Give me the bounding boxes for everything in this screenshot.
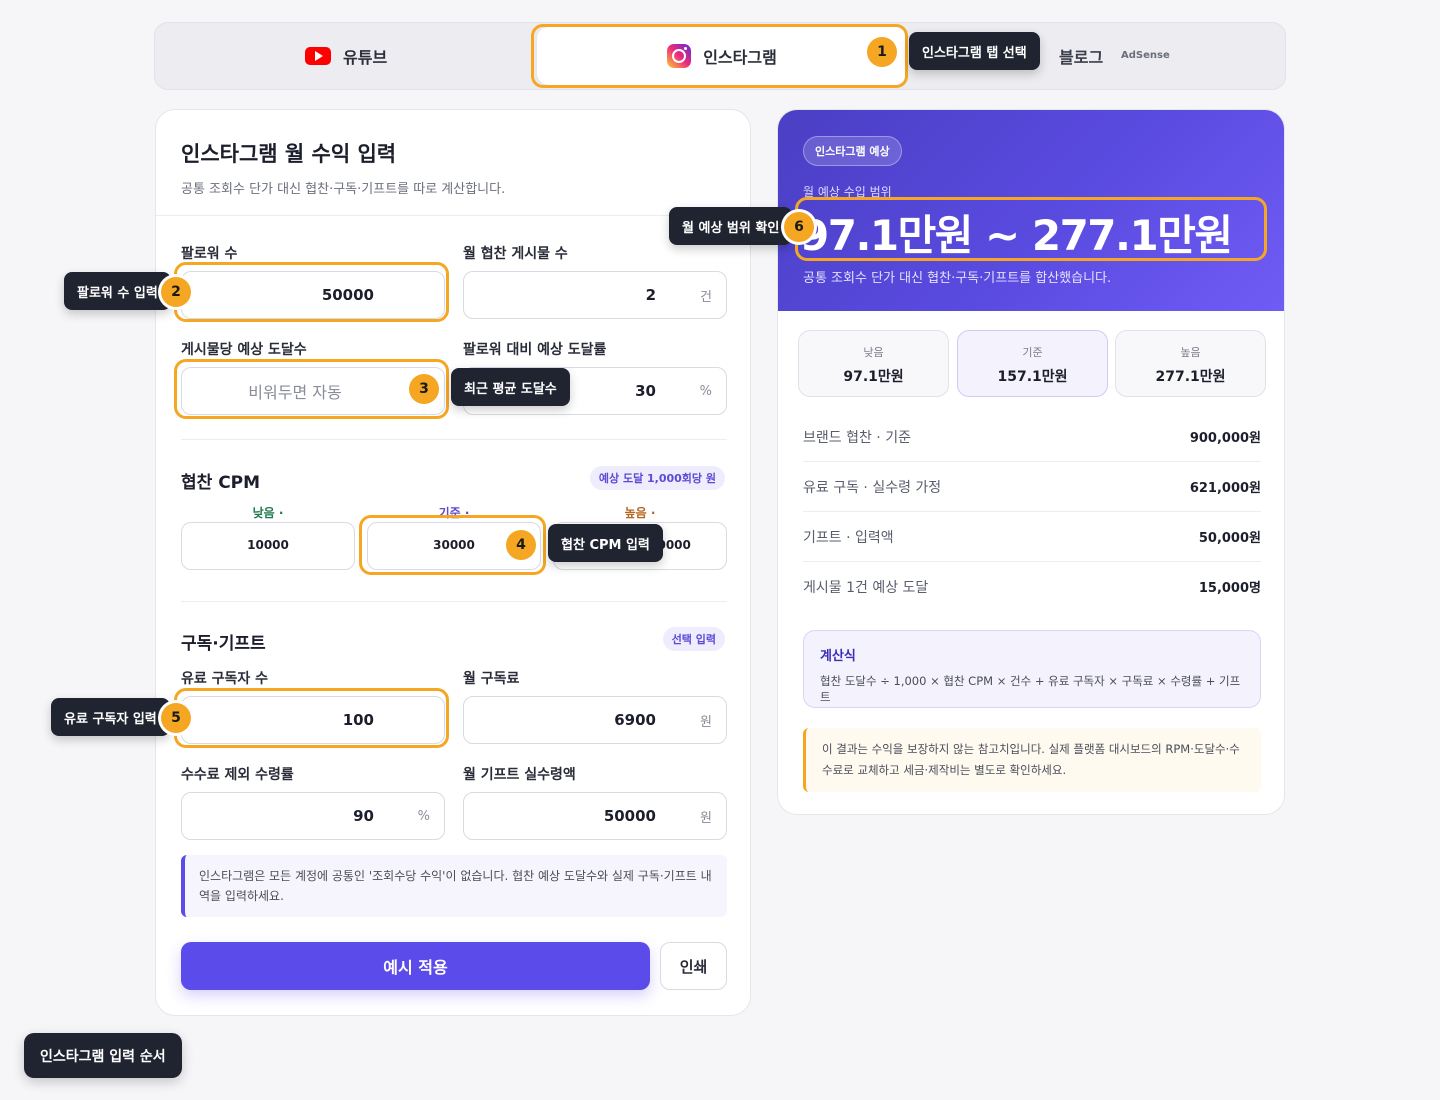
tier-high-label: 높음 [1180,346,1201,359]
breakdown-row: 브랜드 협찬 · 기준 900,000원 [803,412,1261,462]
formula-title: 계산식 [820,649,856,664]
breakdown-value: 50,000원 [1198,531,1261,546]
divider [181,601,727,602]
tier-low: 낮음 97.1만원 [798,330,949,397]
cpm-low-label: 낮음 · [252,506,284,520]
step-badge-6: 6 [784,212,814,242]
tab-youtube[interactable]: 유튜브 [305,23,387,89]
tooltip-step-6: 월 예상 범위 확인 [669,207,793,245]
info-note: 인스타그램은 모든 계정에 공통인 '조회수당 수익'이 없습니다. 협찬 예상… [181,855,727,917]
tooltip-step-5: 유료 구독자 입력 [51,698,170,736]
tier-high-value: 277.1만원 [1155,369,1226,385]
tier-high: 높음 277.1만원 [1115,330,1266,397]
step-badge-3: 3 [409,374,439,404]
step-badge-4: 4 [506,530,536,560]
gift-unit: 원 [700,810,712,826]
input-card-title: 인스타그램 월 수익 입력 [181,142,397,166]
reach-rate-label: 팔로워 대비 예상 도달률 [463,342,607,358]
highlight-reach [174,359,449,419]
print-button[interactable]: 인쇄 [660,942,727,990]
breakdown-value: 900,000원 [1189,431,1261,446]
sponsored-posts-value: 2 [645,286,656,304]
breakdown-value: 621,000원 [1189,481,1261,496]
tutorial-guide-button[interactable]: 인스타그램 입력 순서 [24,1033,182,1078]
formula-text: 협찬 도달수 ÷ 1,000 × 협찬 CPM × 건수 + 유료 구독자 × … [820,674,1241,704]
tab-adsense[interactable]: AdSense [1121,50,1170,61]
tab-blog-label: 블로그 [1059,48,1104,67]
gift-label: 월 기프트 실수령액 [463,767,576,783]
step-badge-5: 5 [161,703,191,733]
breakdown-label: 브랜드 협찬 · 기준 [803,430,911,446]
subs-section-title: 구독·기프트 [181,634,266,654]
sponsored-posts-input[interactable]: 2 건 [463,271,727,319]
followers-label: 팔로워 수 [181,246,238,262]
breakdown-row: 기프트 · 입력액 50,000원 [803,512,1261,562]
input-card-subtitle: 공통 조회수 단가 대신 협찬·구독·기프트를 따로 계산합니다. [181,182,506,197]
highlight-instagram-tab [531,24,908,88]
tier-base-label: 기준 [1022,346,1043,359]
tooltip-step-2: 팔로워 수 입력 [64,272,171,310]
tooltip-step-3: 최근 평균 도달수 [451,368,570,406]
breakdown-label: 기프트 · 입력액 [803,530,894,546]
apply-example-button[interactable]: 예시 적용 [181,942,650,990]
gift-input[interactable]: 50000 원 [463,792,727,840]
youtube-icon [305,47,331,65]
breakdown-label: 유료 구독 · 실수령 가정 [803,480,942,496]
tab-youtube-label: 유튜브 [343,48,388,67]
divider [181,439,727,440]
breakdown-label: 게시물 1건 예상 도달 [803,580,929,596]
subs-badge: 선택 입력 [662,627,725,651]
cpm-section-title: 협찬 CPM [181,473,261,493]
range-description: 공통 조회수 단가 대신 협찬·구독·기프트를 합산했습니다. [803,271,1112,286]
divider [156,215,750,216]
tier-low-label: 낮음 [863,346,884,359]
paid-subs-label: 유료 구독자 수 [181,671,269,687]
reach-rate-value: 30 [635,382,656,400]
monthly-fee-input[interactable]: 6900 원 [463,696,727,744]
net-rate-unit: % [417,808,430,824]
net-rate-input[interactable]: 90 % [181,792,445,840]
highlight-followers [174,262,449,322]
tier-base: 기준 157.1만원 [957,330,1108,397]
cpm-low-value: 10000 [247,538,289,552]
gift-value: 50000 [603,807,656,825]
highlight-paid-subs [174,688,449,748]
tier-base-value: 157.1만원 [997,369,1068,385]
highlight-range [795,197,1267,261]
disclaimer-note: 이 결과는 수익을 보장하지 않는 참고치입니다. 실제 플랫폼 대시보드의 R… [803,728,1261,792]
formula-box: 계산식 협찬 도달수 ÷ 1,000 × 협찬 CPM × 건수 + 유료 구독… [803,630,1261,708]
monthly-fee-label: 월 구독료 [463,671,520,687]
cpm-badge: 예상 도달 1,000회당 원 [589,466,725,490]
result-badge: 인스타그램 예상 [803,136,902,166]
net-rate-label: 수수료 제외 수령률 [181,767,294,783]
sponsored-posts-unit: 건 [700,289,712,305]
reach-per-post-label: 게시물당 예상 도달수 [181,342,307,358]
net-rate-value: 90 [353,807,374,825]
tier-low-value: 97.1만원 [843,369,904,385]
tooltip-step-1: 인스타그램 탭 선택 [909,32,1040,70]
monthly-fee-unit: 원 [700,714,712,730]
cpm-low-input[interactable]: 10000 [181,522,355,570]
breakdown-value: 15,000명 [1198,581,1261,596]
step-badge-1: 1 [867,37,897,67]
tab-blog[interactable]: 블로그 [1059,23,1103,89]
step-badge-2: 2 [161,277,191,307]
reach-rate-unit: % [699,383,712,399]
monthly-fee-value: 6900 [614,711,656,729]
sponsored-posts-label: 월 협찬 게시물 수 [463,246,568,262]
breakdown-row: 게시물 1건 예상 도달 15,000명 [803,562,1261,612]
cpm-high-label: 높음 · [624,506,656,520]
breakdown-row: 유료 구독 · 실수령 가정 621,000원 [803,462,1261,512]
tooltip-step-4: 협찬 CPM 입력 [548,524,663,562]
